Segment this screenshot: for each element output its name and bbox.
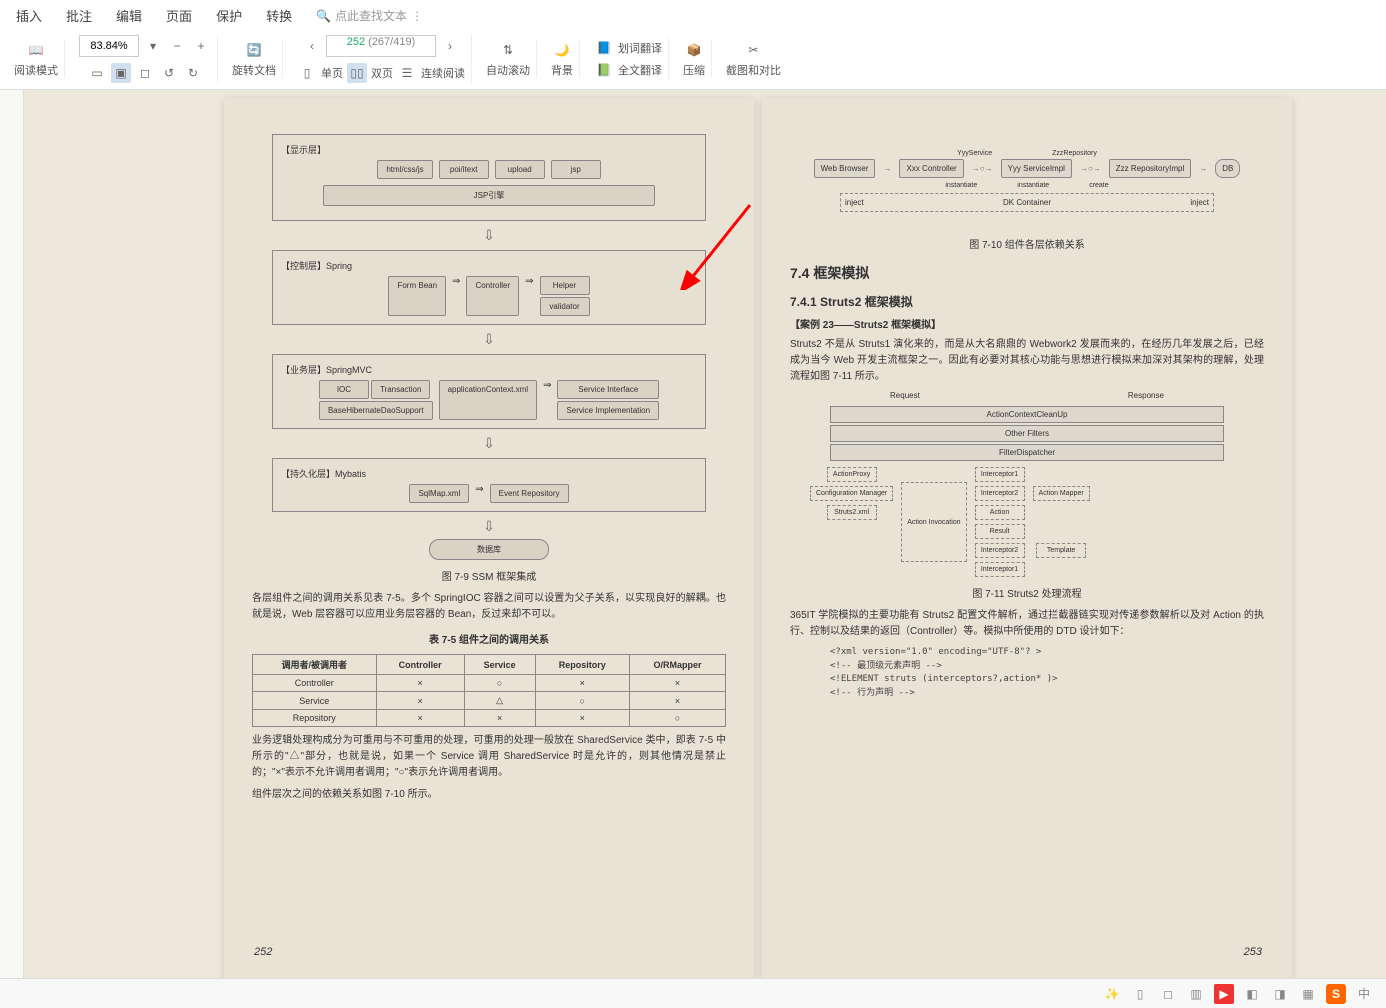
compress-icon[interactable]: 📦 — [684, 40, 704, 60]
status-view3-icon[interactable]: ▥ — [1186, 984, 1206, 1004]
diagram-box: html/css/js — [377, 160, 432, 179]
status-s-icon[interactable]: S — [1326, 984, 1346, 1004]
business-layer: 【业务层】SpringMVC IOCTransaction BaseHibern… — [272, 354, 706, 429]
screenshot-label: 截图和对比 — [726, 62, 781, 78]
page-252: 【显示层】 html/css/js poi/itext upload jsp J… — [224, 98, 754, 978]
status-play-icon[interactable]: ▶ — [1214, 984, 1234, 1004]
pages-container: 【显示层】 html/css/js poi/itext upload jsp J… — [24, 90, 1386, 978]
read-mode-label: 阅读模式 — [14, 62, 58, 78]
fit-page-icon[interactable]: ▣ — [111, 63, 131, 83]
read-mode-icon[interactable]: 📖 — [26, 40, 46, 60]
code-block: <?xml version="1.0" encoding="UTF-8"? > … — [830, 646, 1264, 700]
menu-page[interactable]: 页面 — [166, 6, 192, 25]
fit-width-icon[interactable]: ▭ — [87, 63, 107, 83]
down-arrow-icon: ⇩ — [254, 331, 724, 348]
prev-page-icon[interactable]: ‹ — [302, 36, 322, 56]
body-text: 业务逻辑处理构成分为可重用与不可重用的处理，可重用的处理一般放在 SharedS… — [252, 733, 726, 781]
left-sidebar — [0, 90, 24, 978]
menu-convert[interactable]: 转换 — [266, 6, 292, 25]
page-253: YyyServiceZzzRepository Web Browser→ Xxx… — [762, 98, 1292, 978]
toolbar: 插入 批注 编辑 页面 保护 转换 🔍 点此查找文本 ⋮ 📖 阅读模式 ▾ − … — [0, 0, 1386, 90]
menu-bar: 插入 批注 编辑 页面 保护 转换 🔍 点此查找文本 ⋮ — [0, 0, 1386, 31]
next-page-icon[interactable]: › — [440, 36, 460, 56]
diagram-box: jsp — [551, 160, 601, 179]
table-caption: 表 7-5 组件之间的调用关系 — [252, 631, 726, 646]
control-layer: 【控制层】Spring Form Bean⇒ Controller⇒ Helpe… — [272, 250, 706, 325]
zoom-dropdown-icon[interactable]: ▾ — [143, 36, 163, 56]
status-view2-icon[interactable]: ◻ — [1158, 984, 1178, 1004]
fig-caption: 图 7-9 SSM 框架集成 — [252, 568, 726, 583]
body-text: 各层组件之间的调用关系见表 7-5。多个 SpringIOC 容器之间可以设置为… — [252, 591, 726, 623]
down-arrow-icon: ⇩ — [254, 435, 724, 452]
db-box: 数据库 — [429, 539, 549, 560]
more-icon: ⋮ — [411, 9, 423, 23]
flow-diagram-7-10: YyyServiceZzzRepository Web Browser→ Xxx… — [790, 138, 1264, 226]
word-translate-icon[interactable]: 📘 — [594, 38, 614, 58]
persist-layer: 【持久化层】Mybatis SqlMap.xml⇒ Event Reposito… — [272, 458, 706, 512]
page-number: 252 — [254, 946, 272, 958]
down-arrow-icon: ⇩ — [254, 518, 724, 535]
page-number: 253 — [1244, 946, 1262, 958]
table-7-5: 调用者/被调用者ControllerServiceRepositoryO/RMa… — [252, 654, 726, 727]
background-label: 背景 — [551, 62, 573, 78]
status-ai-icon[interactable]: ✨ — [1102, 984, 1122, 1004]
menu-edit[interactable]: 编辑 — [116, 6, 142, 25]
case-title: 【案例 23——Struts2 框架模拟】 — [790, 316, 1264, 331]
zoom-out-icon[interactable]: − — [167, 36, 187, 56]
status-tool1-icon[interactable]: ◧ — [1242, 984, 1262, 1004]
single-page-icon[interactable]: ▯ — [297, 63, 317, 83]
status-tool3-icon[interactable]: ▦ — [1298, 984, 1318, 1004]
subsection-title: 7.4.1 Struts2 框架模拟 — [790, 293, 1264, 310]
rotate-doc-icon[interactable]: 🔄 — [244, 40, 264, 60]
double-page-icon[interactable]: ▯▯ — [347, 63, 367, 83]
tool-row: 📖 阅读模式 ▾ − + ▭ ▣ ◻ ↺ ↻ 🔄 旋转文档 ‹ — [0, 31, 1386, 87]
compress-label: 压缩 — [683, 62, 705, 78]
document-viewer: 【显示层】 html/css/js poi/itext upload jsp J… — [0, 90, 1386, 978]
full-translate-icon[interactable]: 📗 — [594, 60, 614, 80]
continuous-icon[interactable]: ☰ — [397, 63, 417, 83]
auto-scroll-label: 自动滚动 — [486, 62, 530, 78]
screenshot-icon[interactable]: ✂ — [744, 40, 764, 60]
fig-caption: 图 7-11 Struts2 处理流程 — [790, 585, 1264, 600]
search-icon: 🔍 — [316, 9, 331, 23]
search-placeholder: 点此查找文本 — [335, 7, 407, 24]
status-tool2-icon[interactable]: ◨ — [1270, 984, 1290, 1004]
actual-size-icon[interactable]: ◻ — [135, 63, 155, 83]
menu-protect[interactable]: 保护 — [216, 6, 242, 25]
section-title: 7.4 框架模拟 — [790, 263, 1264, 283]
down-arrow-icon: ⇩ — [254, 227, 724, 244]
rotate-label: 旋转文档 — [232, 62, 276, 78]
diagram-box: poi/itext — [439, 160, 489, 179]
status-view1-icon[interactable]: ▯ — [1130, 984, 1150, 1004]
rotate-right-icon[interactable]: ↻ — [183, 63, 203, 83]
body-text: 组件层次之间的依赖关系如图 7-10 所示。 — [252, 787, 726, 803]
background-icon[interactable]: 🌙 — [552, 40, 572, 60]
zoom-input[interactable] — [79, 35, 139, 57]
diagram-box: JSP引擎 — [323, 185, 656, 206]
auto-scroll-icon[interactable]: ⇅ — [498, 40, 518, 60]
diagram-box: upload — [495, 160, 545, 179]
body-text: 365IT 学院模拟的主要功能有 Struts2 配置文件解析，通过拦截器链实现… — [790, 608, 1264, 640]
status-bar: ✨ ▯ ◻ ▥ ▶ ◧ ◨ ▦ S 中 — [0, 978, 1386, 1008]
display-layer: 【显示层】 html/css/js poi/itext upload jsp J… — [272, 134, 706, 221]
menu-annotate[interactable]: 批注 — [66, 6, 92, 25]
search-box[interactable]: 🔍 点此查找文本 ⋮ — [316, 6, 423, 25]
status-lang-icon[interactable]: 中 — [1354, 984, 1374, 1004]
struts-diagram: RequestResponse ActionContextCleanUp Oth… — [790, 391, 1264, 577]
page-input[interactable]: 252 (267/419) — [326, 35, 436, 57]
menu-insert[interactable]: 插入 — [16, 6, 42, 25]
fig-caption: 图 7-10 组件各层依赖关系 — [790, 236, 1264, 251]
rotate-left-icon[interactable]: ↺ — [159, 63, 179, 83]
zoom-in-icon[interactable]: + — [191, 36, 211, 56]
body-text: Struts2 不是从 Struts1 演化来的，而是从大名鼎鼎的 Webwor… — [790, 337, 1264, 385]
